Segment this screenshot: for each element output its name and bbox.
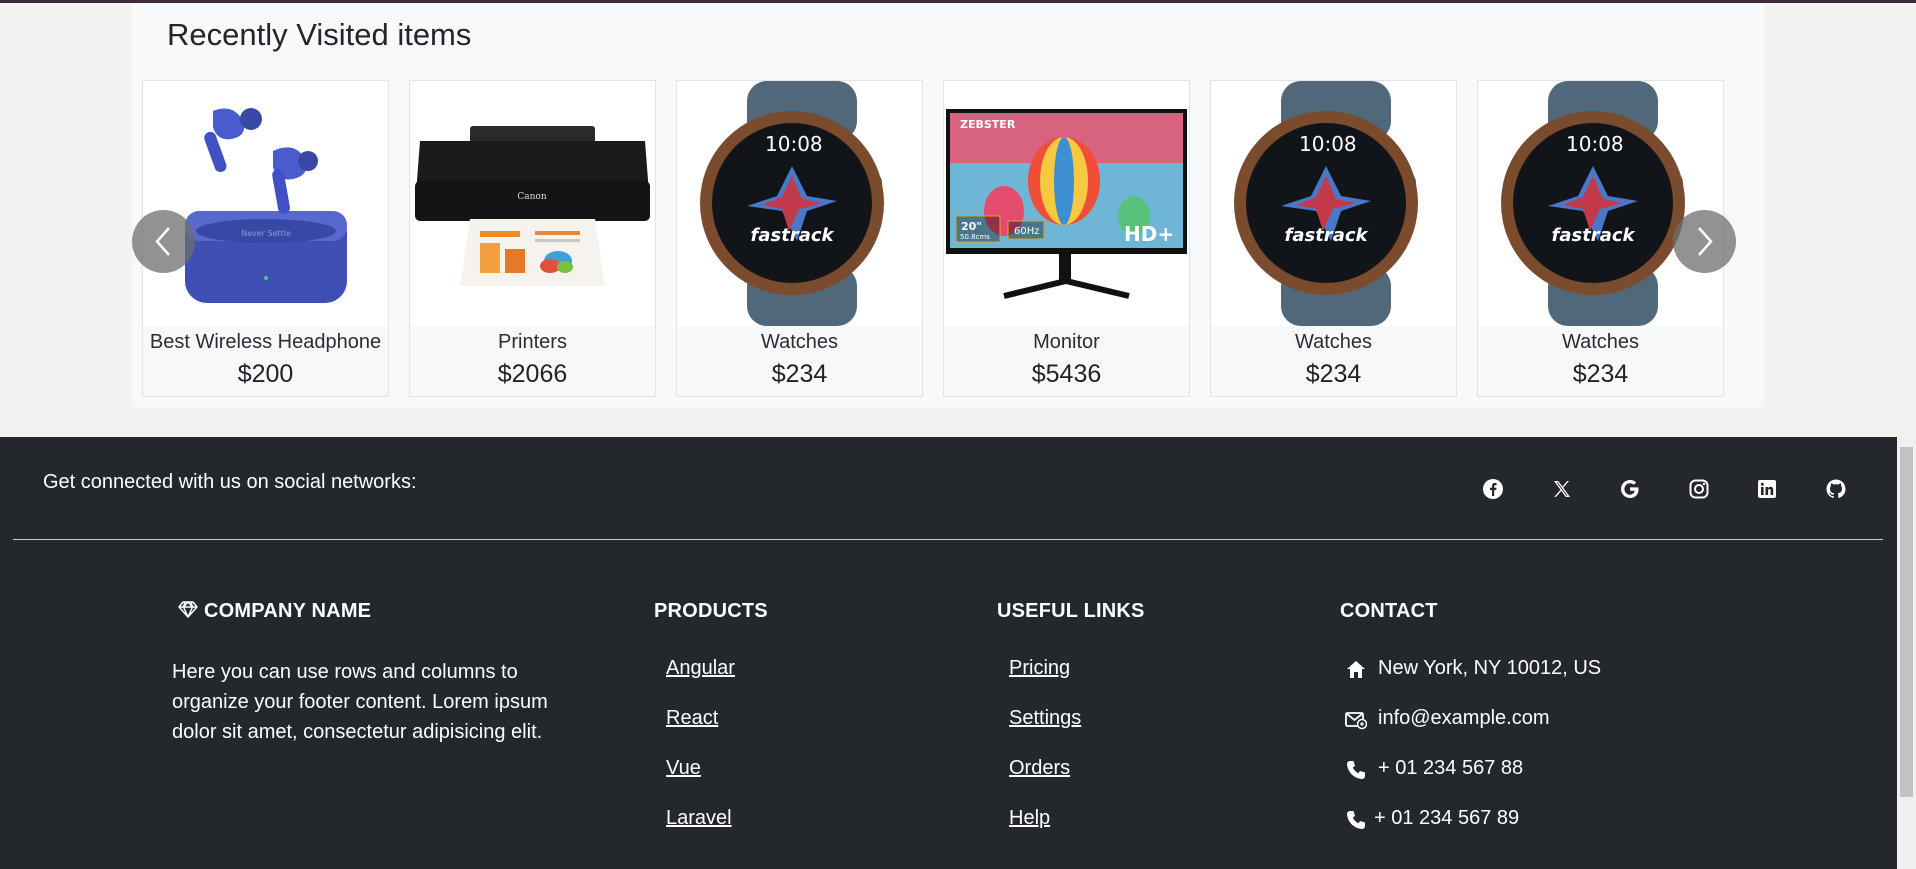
watch-brand-text: fastrack xyxy=(751,225,835,246)
home-icon xyxy=(1347,661,1365,678)
site-footer: Get connected with us on social networks… xyxy=(0,437,1897,869)
google-icon[interactable] xyxy=(1618,477,1642,501)
linkedin-icon[interactable] xyxy=(1755,477,1779,501)
link-settings[interactable]: Settings xyxy=(1009,707,1081,730)
watch-image: 10:08 fastrack xyxy=(677,81,922,326)
scrollbar-thumb[interactable] xyxy=(1900,447,1913,797)
watch-time-text: 10:08 xyxy=(765,132,823,156)
section-title: Recently Visited items xyxy=(167,17,472,52)
github-icon[interactable] xyxy=(1824,477,1848,501)
watch-image: 10:08 fastrack xyxy=(1478,81,1723,326)
facebook-icon[interactable] xyxy=(1481,477,1505,501)
link-react[interactable]: React xyxy=(666,707,718,730)
link-vue[interactable]: Vue xyxy=(666,757,701,780)
gem-icon xyxy=(178,601,198,618)
product-price: $200 xyxy=(237,360,294,388)
link-laravel[interactable]: Laravel xyxy=(666,807,732,830)
watch-time-text: 10:08 xyxy=(1566,132,1624,156)
contact-phone-2: + 01 234 567 89 xyxy=(1374,807,1520,829)
contact-heading: CONTACT xyxy=(1340,600,1438,622)
product-name: Monitor xyxy=(1033,331,1100,353)
envelope-icon xyxy=(1345,712,1367,730)
product-card[interactable]: 10:08 fastrack Watches $234 xyxy=(1210,80,1457,397)
monitor-size-cm-text: 50.8cms xyxy=(960,233,990,241)
useful-links-heading: USEFUL LINKS xyxy=(997,600,1145,622)
product-card[interactable]: 10:08 fastrack Watches $234 xyxy=(676,80,923,397)
printer-image: Canon xyxy=(410,81,655,326)
products-heading: PRODUCTS xyxy=(654,600,768,622)
product-price: $234 xyxy=(771,360,828,388)
product-price: $2066 xyxy=(497,360,568,388)
contact-address: New York, NY 10012, US xyxy=(1378,657,1602,679)
phone-icon xyxy=(1347,811,1365,829)
product-name: Printers xyxy=(498,331,567,353)
product-card[interactable]: ZEBSTER 20" 50.8cms 60Hz HD+ Monitor $54… xyxy=(943,80,1190,397)
monitor-brand-text: ZEBSTER xyxy=(960,118,1016,131)
chevron-right-icon xyxy=(1698,227,1713,256)
company-title: COMPANY NAME xyxy=(204,600,372,622)
product-name: Watches xyxy=(1294,331,1373,353)
monitor-resolution-text: HD+ xyxy=(1124,222,1174,246)
recently-visited-section: Recently Visited items Never Settle Best… xyxy=(132,3,1764,407)
watch-image: 10:08 fastrack xyxy=(1211,81,1456,326)
instagram-icon[interactable] xyxy=(1687,477,1711,501)
monitor-refresh-text: 60Hz xyxy=(1014,226,1040,237)
contact-phone-1: + 01 234 567 88 xyxy=(1378,757,1524,779)
contact-email: info@example.com xyxy=(1378,707,1550,729)
wireless-earbuds-image: Never Settle xyxy=(143,81,388,326)
footer-divider xyxy=(13,539,1883,540)
watch-brand-text: fastrack xyxy=(1285,225,1369,246)
product-price: $234 xyxy=(1305,360,1362,388)
link-orders[interactable]: Orders xyxy=(1009,757,1070,780)
chevron-left-icon xyxy=(155,227,170,256)
link-help[interactable]: Help xyxy=(1009,807,1050,830)
company-description: Here you can use rows and columns to org… xyxy=(172,661,548,743)
watch-brand-text: fastrack xyxy=(1552,225,1636,246)
printer-brand-text: Canon xyxy=(517,192,546,202)
earbuds-brand-text: Never Settle xyxy=(241,229,291,238)
social-networks-text: Get connected with us on social networks… xyxy=(43,471,417,493)
link-pricing[interactable]: Pricing xyxy=(1009,657,1070,680)
phone-icon xyxy=(1347,761,1365,779)
monitor-size-text: 20" xyxy=(961,220,982,233)
carousel-next-button[interactable] xyxy=(1673,210,1736,273)
product-price: $234 xyxy=(1572,360,1629,388)
watch-time-text: 10:08 xyxy=(1299,132,1357,156)
link-angular[interactable]: Angular xyxy=(666,657,735,680)
monitor-image: ZEBSTER 20" 50.8cms 60Hz HD+ xyxy=(944,81,1189,326)
product-name: Watches xyxy=(1561,331,1640,353)
x-twitter-icon[interactable] xyxy=(1550,477,1574,501)
product-name: Best Wireless Headphone xyxy=(149,331,382,353)
product-price: $5436 xyxy=(1031,360,1102,388)
carousel-prev-button[interactable] xyxy=(132,210,195,273)
product-card[interactable]: Canon Printers $2066 xyxy=(409,80,656,397)
product-name: Watches xyxy=(760,331,839,353)
